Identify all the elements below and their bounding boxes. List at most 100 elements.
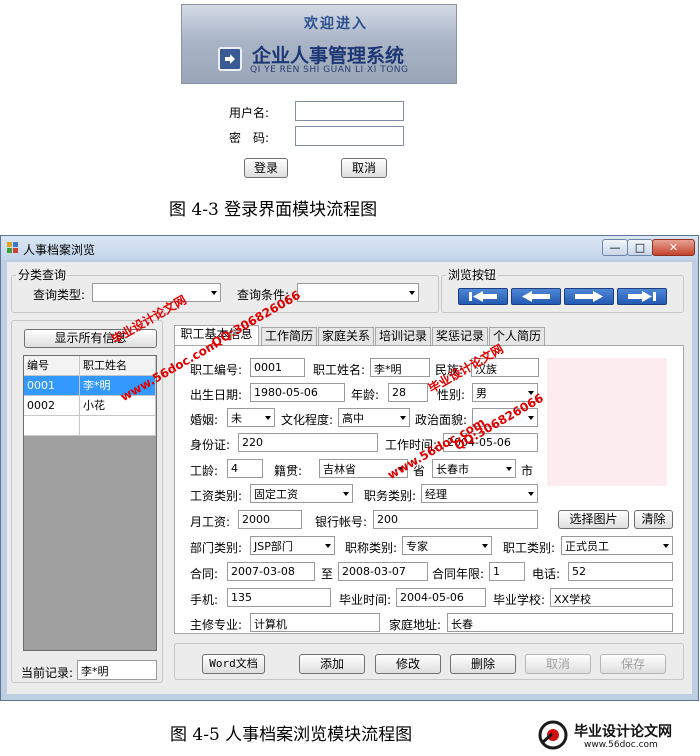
dept-label: 部门类别: (190, 541, 243, 555)
native-label: 籍贯: (274, 464, 303, 478)
contract-end-input[interactable]: 2008-03-07 (338, 562, 428, 581)
tab-family[interactable]: 家庭关系 (318, 327, 374, 345)
idcard-input[interactable]: 220 (238, 433, 378, 452)
banner-title: 企业人事管理系统 (252, 45, 405, 67)
edu-label: 文化程度: (281, 413, 334, 427)
cancel-button[interactable]: 取消 (341, 158, 387, 178)
cancel-edit-button[interactable]: 取消 (525, 654, 591, 674)
chevron-down-icon (409, 290, 415, 295)
major-input[interactable]: 计算机 (250, 613, 380, 632)
major-label: 主修专业: (190, 618, 243, 632)
query-type-label: 查询类型: (33, 288, 86, 302)
table-row-name[interactable]: 小花 (80, 396, 156, 416)
grid-header-name[interactable]: 职工姓名 (80, 356, 156, 376)
chevron-down-icon (482, 543, 488, 548)
minimize-icon[interactable]: — (602, 239, 628, 256)
emp-id-input[interactable]: 0001 (250, 358, 305, 377)
phone-input[interactable]: 52 (568, 562, 673, 581)
address-label: 家庭地址: (389, 618, 442, 632)
title-bar[interactable]: 人事档案浏览 — □ ✕ (1, 236, 698, 260)
native-city-select[interactable]: 长春市 (432, 459, 516, 478)
table-row-empty[interactable] (24, 416, 80, 436)
chevron-down-icon (325, 543, 331, 548)
arrow-right-icon (218, 47, 242, 71)
dept-select[interactable]: JSP部门 (250, 536, 335, 555)
chevron-down-icon (343, 491, 349, 496)
birth-input[interactable]: 1980-05-06 (250, 383, 345, 402)
footer-brand: 毕业设计论文网 (574, 724, 672, 740)
idcard-label: 身份证: (190, 438, 231, 452)
tab-training[interactable]: 培训记录 (375, 327, 431, 345)
query-value-select[interactable] (297, 283, 419, 302)
contract-start-input[interactable]: 2007-03-08 (227, 562, 315, 581)
first-icon (469, 291, 497, 302)
bank-label: 银行帐号: (315, 515, 368, 529)
mobile-label: 手机: (190, 593, 219, 607)
next-icon (575, 291, 603, 302)
window-title: 人事档案浏览 (23, 243, 96, 257)
birth-label: 出生日期: (190, 388, 243, 402)
edit-button[interactable]: 修改 (375, 654, 441, 674)
password-label: 密 码: (229, 131, 270, 145)
login-button[interactable]: 登录 (244, 158, 288, 178)
address-input[interactable]: 长春 (447, 613, 673, 632)
mobile-input[interactable]: 135 (227, 588, 331, 607)
username-input[interactable] (295, 101, 404, 121)
prev-record-button[interactable] (511, 288, 561, 305)
table-row-empty[interactable] (80, 416, 156, 436)
grid-header-id[interactable]: 编号 (24, 356, 80, 376)
to-label: 至 (321, 567, 334, 581)
post-type-select[interactable]: 经理 (421, 484, 538, 503)
close-icon[interactable]: ✕ (652, 239, 695, 256)
post-type-label: 职务类别: (364, 489, 417, 503)
emp-name-input[interactable]: 李*明 (370, 358, 430, 377)
chevron-down-icon (265, 415, 271, 420)
chevron-down-icon (211, 290, 217, 295)
clear-photo-button[interactable]: 清除 (634, 510, 673, 529)
chevron-down-icon (528, 415, 534, 420)
chevron-down-icon (528, 491, 534, 496)
tab-rewards[interactable]: 奖惩记录 (432, 327, 488, 345)
word-export-button[interactable]: Word文档 (202, 654, 265, 674)
seniority-input[interactable]: 4 (227, 459, 263, 478)
table-row-id[interactable]: 0001 (24, 376, 80, 396)
title-type-select[interactable]: 专家 (402, 536, 492, 555)
choose-photo-button[interactable]: 选择图片 (558, 510, 629, 529)
tab-work-history[interactable]: 工作简历 (261, 327, 317, 345)
last-record-button[interactable] (617, 288, 667, 305)
grad-time-label: 毕业时间: (339, 593, 392, 607)
archive-window: 人事档案浏览 — □ ✕ 分类查询 查询类型: 查询条件: 浏览按钮 显示所有信… (0, 235, 699, 701)
salary-input[interactable]: 2000 (238, 510, 302, 529)
edu-select[interactable]: 高中 (338, 408, 410, 427)
title-type-label: 职称类别: (345, 541, 398, 555)
current-record-field[interactable]: 李*明 (77, 660, 157, 680)
school-input[interactable]: XX学校 (550, 588, 673, 607)
phone-label: 电话: (532, 567, 561, 581)
age-input[interactable]: 28 (388, 383, 428, 402)
emp-id-label: 职工编号: (190, 363, 243, 377)
password-input[interactable] (295, 126, 404, 146)
emp-type-select[interactable]: 正式员工 (561, 536, 673, 555)
wage-type-select[interactable]: 固定工资 (250, 484, 353, 503)
maximize-icon[interactable]: □ (627, 239, 653, 256)
chevron-down-icon (400, 415, 406, 420)
last-icon (628, 291, 656, 302)
app-icon (7, 242, 19, 257)
school-label: 毕业学校: (493, 593, 546, 607)
grad-time-input[interactable]: 2004-05-06 (396, 588, 486, 607)
banner-welcome: 欢迎进入 (304, 16, 368, 32)
login-banner: 欢迎进入 企业人事管理系统 QI YE REN SHI GUAN LI XI T… (181, 4, 457, 84)
table-row-id[interactable]: 0002 (24, 396, 80, 416)
next-record-button[interactable] (564, 288, 614, 305)
add-button[interactable]: 添加 (299, 654, 365, 674)
chevron-down-icon (506, 466, 512, 471)
classify-group-title: 分类查询 (16, 266, 69, 283)
first-record-button[interactable] (458, 288, 508, 305)
prev-icon (522, 291, 550, 302)
marriage-select[interactable]: 未 (227, 408, 275, 427)
delete-button[interactable]: 删除 (450, 654, 516, 674)
contract-years-input[interactable]: 1 (489, 562, 525, 581)
save-button[interactable]: 保存 (600, 654, 666, 674)
bank-input[interactable]: 200 (373, 510, 538, 529)
query-type-select[interactable] (92, 283, 221, 302)
